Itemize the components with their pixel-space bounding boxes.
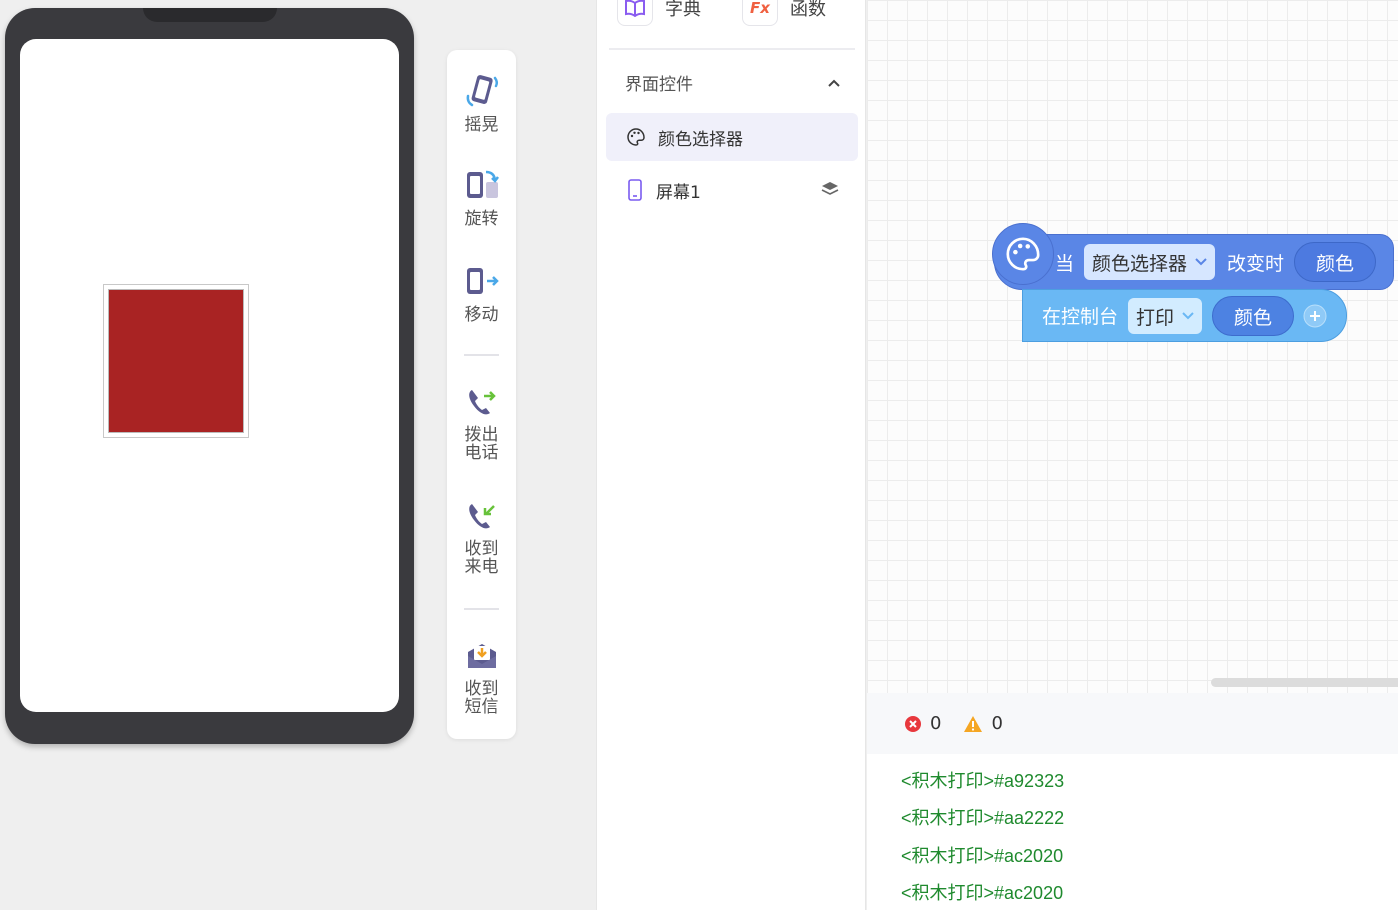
function-fx-icon: Fx xyxy=(742,0,778,26)
phone-screen xyxy=(20,39,399,712)
param-label: 颜色 xyxy=(1315,252,1354,275)
phone-notch xyxy=(143,8,277,22)
component-item-screen1[interactable]: 屏幕1 xyxy=(606,166,858,214)
palette-icon xyxy=(627,128,645,146)
action-dropdown[interactable]: 打印 xyxy=(1128,298,1203,334)
block-when-text: 当 xyxy=(1055,253,1075,275)
console-panel: 0 0 <积木打印>#a92323 <积木打印>#aa2222 <积木打印>#a… xyxy=(867,693,1398,910)
incoming-call-icon xyxy=(468,504,495,529)
dropdown-value: 打印 xyxy=(1136,306,1175,329)
param-color-pill[interactable]: 颜色 xyxy=(1294,242,1376,282)
console-header: 0 0 xyxy=(867,693,1398,754)
component-name: 颜色选择器 xyxy=(658,129,743,150)
rotate-event-button[interactable]: 旋转 xyxy=(447,168,516,228)
error-count[interactable]: 0 xyxy=(904,713,941,734)
print-statement-block[interactable]: 在控制台 打印 颜色 xyxy=(1022,289,1347,342)
incoming-call-event-button[interactable]: 收到 来电 xyxy=(447,498,516,576)
toolbar-label: 移动 xyxy=(464,305,499,325)
arg-label: 颜色 xyxy=(1233,306,1272,329)
console-log-line: <积木打印>#aa2222 xyxy=(901,808,1065,828)
warning-count[interactable]: 0 xyxy=(963,713,1003,734)
sms-received-event-button[interactable]: 收到 短信 xyxy=(447,638,516,716)
phone-screen-icon xyxy=(628,179,642,201)
dictionary-book-icon xyxy=(617,0,653,26)
tab-functions[interactable]: Fx 函数 xyxy=(742,0,826,26)
chevron-down-icon xyxy=(1195,258,1207,266)
move-event-button[interactable]: 移动 xyxy=(447,264,516,324)
toolbar-label: 旋转 xyxy=(464,209,499,229)
block-event-text: 改变时 xyxy=(1227,253,1285,275)
move-phone-icon xyxy=(466,268,499,294)
error-count-value: 0 xyxy=(930,713,942,734)
tab-label: 函数 xyxy=(790,0,826,20)
toolbar-label: 摇晃 xyxy=(464,115,499,135)
dropdown-value: 颜色选择器 xyxy=(1092,252,1188,275)
component-panel: 字典 Fx 函数 界面控件 颜色选择器 屏幕1 xyxy=(596,0,866,910)
ui-components-section-header[interactable]: 界面控件 xyxy=(625,70,841,95)
warning-icon xyxy=(964,715,983,732)
shake-phone-icon xyxy=(466,75,498,107)
console-log-line: <积木打印>#a92323 xyxy=(901,771,1065,791)
toolbar-label: 收到 来电 xyxy=(464,539,499,577)
palette-icon xyxy=(1006,237,1040,271)
outgoing-call-event-button[interactable]: 拨出 电话 xyxy=(447,384,516,462)
color-picker-swatch[interactable] xyxy=(108,289,244,433)
phone-frame xyxy=(5,8,414,744)
arg-color-pill[interactable]: 颜色 xyxy=(1212,296,1294,336)
color-picker-widget[interactable] xyxy=(103,284,249,438)
add-plus-icon[interactable] xyxy=(1303,304,1327,328)
component-name: 屏幕1 xyxy=(656,182,701,203)
toolbar-label: 拨出 电话 xyxy=(464,425,499,463)
statement-label: 在控制台 xyxy=(1042,306,1119,328)
block-workspace[interactable]: 当 颜色选择器 改变时 颜色 在控制台 打印 颜色 xyxy=(867,0,1398,693)
event-block-badge[interactable] xyxy=(992,223,1054,285)
outgoing-call-icon xyxy=(468,390,496,415)
tab-dictionary[interactable]: 字典 xyxy=(617,0,701,26)
component-dropdown[interactable]: 颜色选择器 xyxy=(1084,244,1216,280)
rotate-phone-icon xyxy=(466,170,499,198)
console-log-line: <积木打印>#ac2020 xyxy=(901,883,1064,903)
event-block[interactable]: 当 颜色选择器 改变时 颜色 xyxy=(994,234,1394,290)
shake-event-button[interactable]: 摇晃 xyxy=(447,72,516,134)
horizontal-scrollbar[interactable] xyxy=(1211,678,1398,687)
component-item-color-picker[interactable]: 颜色选择器 xyxy=(606,113,858,161)
error-icon xyxy=(905,715,921,732)
layers-icon[interactable] xyxy=(820,180,840,198)
console-log-line: <积木打印>#ac2020 xyxy=(901,846,1064,866)
toolbar-divider xyxy=(464,354,499,356)
tab-label: 字典 xyxy=(665,0,701,20)
sms-received-icon xyxy=(467,644,496,668)
warning-count-value: 0 xyxy=(991,713,1003,734)
event-toolbar: 摇晃 旋转 移动 拨出 电话 收到 来电 收到 短信 xyxy=(447,50,516,739)
section-title: 界面控件 xyxy=(625,75,693,95)
chevron-down-icon xyxy=(1182,312,1194,320)
toolbar-label: 收到 短信 xyxy=(464,679,499,717)
panel-divider xyxy=(609,48,855,50)
chevron-up-icon[interactable] xyxy=(827,78,841,88)
toolbar-divider xyxy=(464,608,499,610)
